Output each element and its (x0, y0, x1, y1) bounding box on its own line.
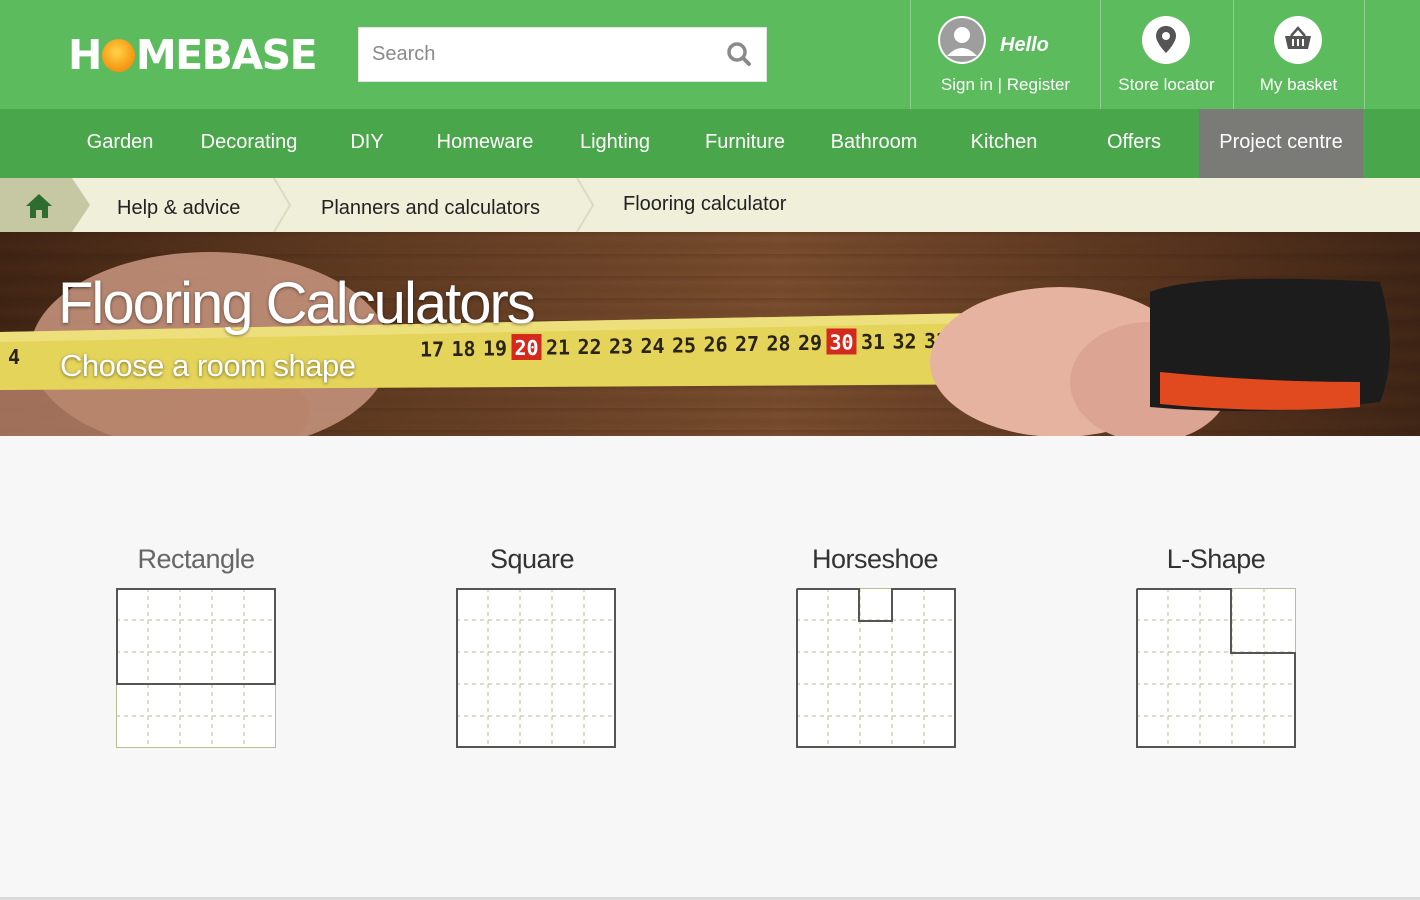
sign-in-register-link[interactable]: Sign in | Register (911, 75, 1100, 95)
tape-number: 26 (704, 333, 728, 357)
nav-item-decorating[interactable]: Decorating (186, 109, 312, 178)
rectangle-room-icon (116, 588, 276, 748)
tape-number: 32 (893, 329, 917, 353)
l-shape-room-icon (1136, 588, 1296, 748)
tape-number: 25 (672, 333, 696, 357)
tape-number: 22 (578, 335, 602, 359)
search-input[interactable] (359, 28, 709, 81)
shape-label: Rectangle (137, 544, 255, 574)
tape-number: 17 (420, 338, 444, 362)
tape-number: 29 (798, 331, 822, 355)
tape-number: 31 (861, 330, 885, 354)
nav-item-lighting[interactable]: Lighting (566, 109, 664, 178)
tape-number: 20 (515, 336, 539, 360)
store-locator-link[interactable]: Store locator (1100, 0, 1233, 109)
nav-item-garden[interactable]: Garden (70, 109, 170, 178)
breadcrumb: Help & advice Planners and calculators F… (0, 178, 1420, 232)
square-room-icon (456, 588, 616, 748)
basket-icon (1274, 16, 1322, 64)
avatar-icon (938, 16, 986, 64)
logo-sun-icon (101, 38, 135, 72)
nav-item-homeware[interactable]: Homeware (420, 109, 550, 178)
shape-label: Horseshoe (811, 544, 939, 574)
shape-option-horseshoe[interactable]: Horseshoe (755, 542, 995, 748)
tape-number: 21 (546, 335, 570, 359)
breadcrumb-chevron-icon (273, 178, 292, 232)
tape-number: 23 (609, 334, 633, 358)
tape-number: 28 (767, 332, 791, 356)
breadcrumb-help-advice[interactable]: Help & advice (117, 178, 240, 232)
breadcrumb-home[interactable] (0, 178, 90, 232)
breadcrumb-planners-calculators[interactable]: Planners and calculators (321, 178, 540, 232)
tape-number: 27 (735, 332, 759, 356)
header-divider (1364, 0, 1365, 109)
basket-link[interactable]: My basket (1233, 0, 1364, 109)
breadcrumb-chevron-icon (576, 178, 595, 232)
logo-text-right: MEBASE (135, 31, 318, 79)
account-greeting: Hello (1000, 34, 1049, 56)
nav-item-diy[interactable]: DIY (334, 109, 400, 178)
shape-label: Square (489, 544, 575, 574)
logo-text-left: H (68, 31, 102, 79)
hero-title: Flooring Calculators (58, 271, 536, 336)
nav-item-bathroom[interactable]: Bathroom (818, 109, 930, 178)
tape-number: 19 (483, 337, 507, 361)
search-box (358, 27, 767, 82)
breadcrumb-current: Flooring calculator (623, 193, 787, 215)
location-pin-icon (1142, 16, 1190, 64)
nav-item-project-centre[interactable]: Project centre (1199, 109, 1363, 178)
search-icon[interactable] (726, 41, 752, 67)
nav-item-offers[interactable]: Offers (1090, 109, 1178, 178)
nav-item-furniture[interactable]: Furniture (690, 109, 800, 178)
shape-option-rectangle[interactable]: Rectangle (76, 542, 316, 748)
tape-number: 18 (452, 337, 476, 361)
horseshoe-room-icon (796, 588, 956, 748)
tape-number: 24 (641, 334, 665, 358)
shape-label: L-Shape (1166, 544, 1266, 574)
hero-banner: 41718192021222324252627282930313233 Floo… (0, 232, 1420, 436)
basket-label: My basket (1259, 75, 1338, 94)
site-header: HMEBASE Hello Sign in | Register Store (0, 0, 1420, 109)
shape-option-square[interactable]: Square (412, 542, 652, 748)
main-nav: Garden Decorating DIY Homeware Lighting … (0, 109, 1420, 178)
tape-number: 4 (8, 345, 20, 369)
nav-item-kitchen[interactable]: Kitchen (956, 109, 1052, 178)
hero-subtitle: Choose a room shape (60, 348, 356, 383)
shape-option-l-shape[interactable]: L-Shape (1096, 542, 1336, 748)
tape-number: 30 (830, 331, 854, 355)
account-link[interactable]: Hello Sign in | Register (911, 0, 1100, 109)
homebase-logo[interactable]: H MEBASE (68, 30, 318, 80)
store-locator-label: Store locator (1118, 75, 1215, 94)
